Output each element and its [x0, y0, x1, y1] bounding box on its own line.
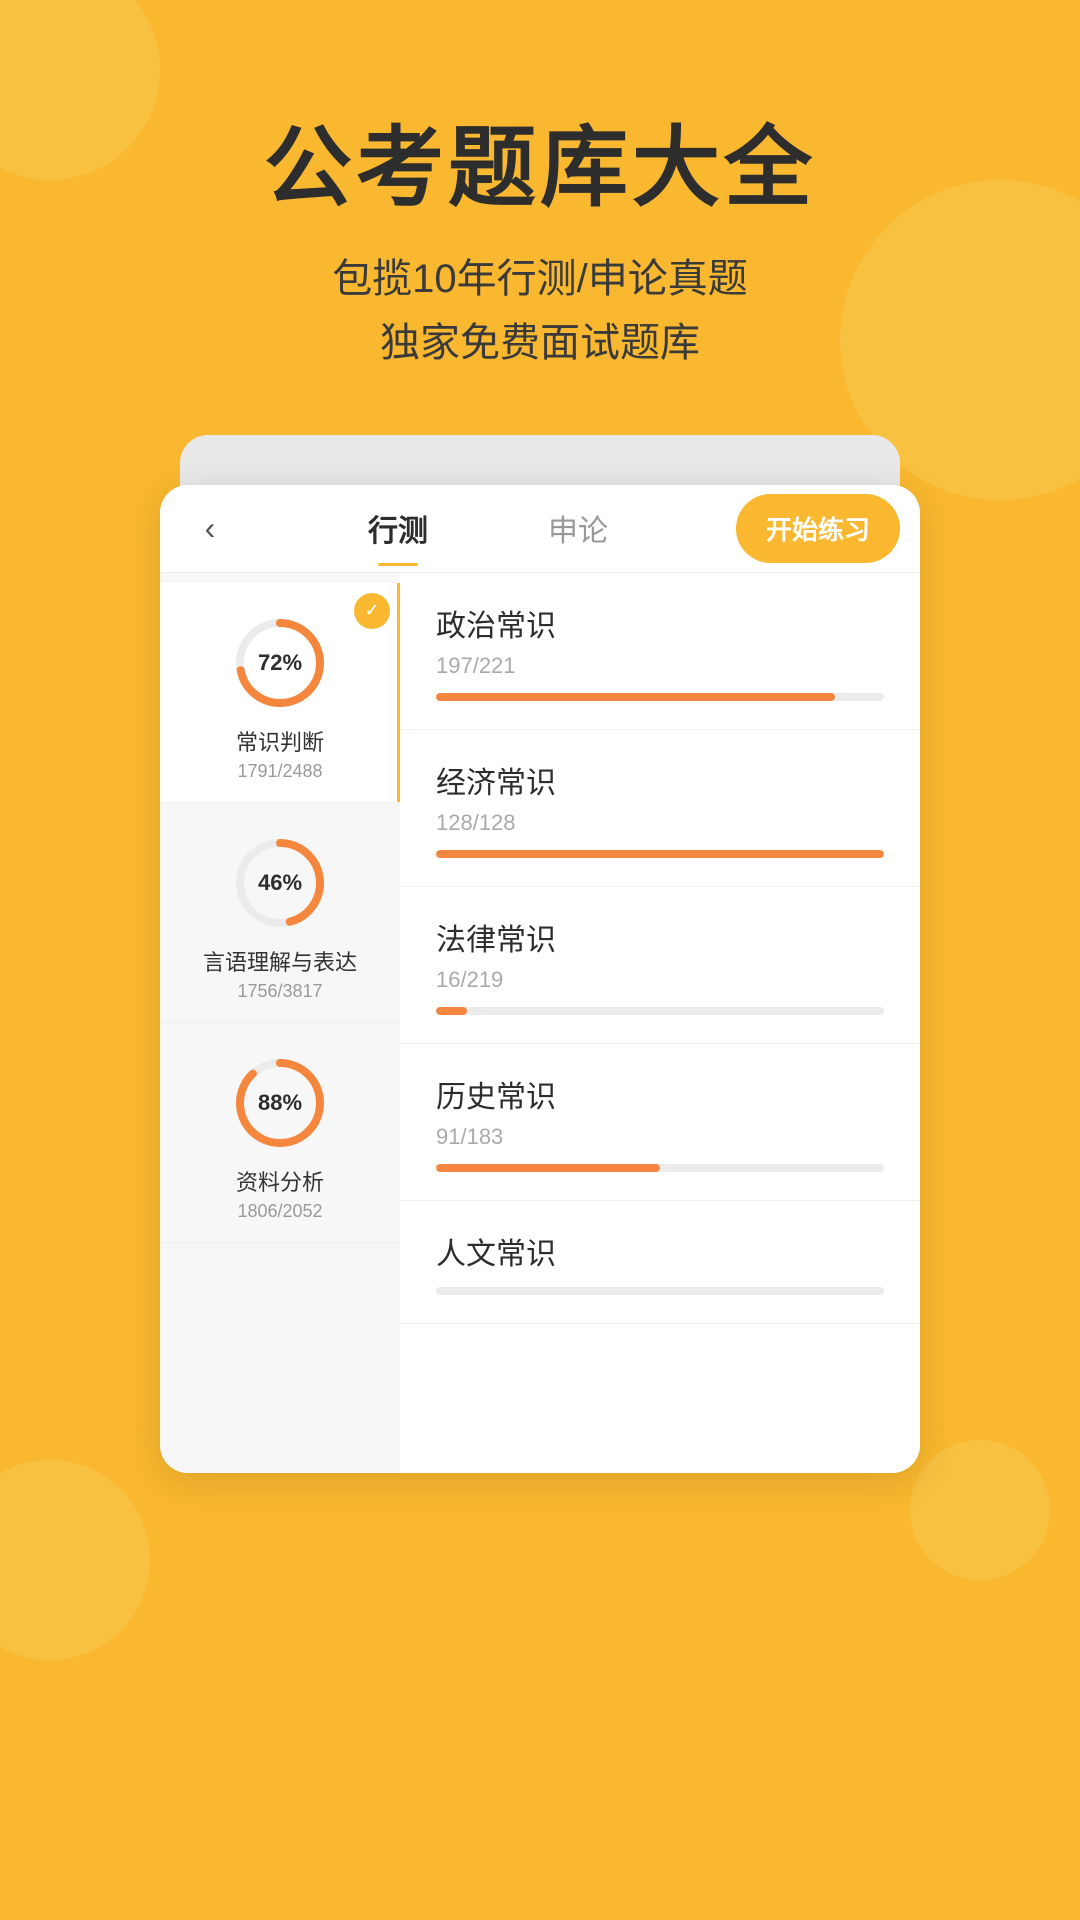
subcategory-count-2: 128/128: [436, 810, 884, 836]
subcategory-name-4: 历史常识: [436, 1072, 884, 1116]
category-count-1: 1791/2488: [237, 761, 322, 782]
subcategory-item-lishi[interactable]: 历史常识 91/183: [400, 1044, 920, 1201]
subcategory-item-jingji[interactable]: 经济常识 128/128: [400, 730, 920, 887]
subcategory-item-zhengzhi[interactable]: 政治常识 197/221: [400, 573, 920, 730]
category-name-2: 言语理解与表达: [203, 945, 357, 977]
circle-chart-72: 72%: [230, 613, 330, 713]
bg-decoration-br: [910, 1440, 1050, 1580]
subcategory-count-1: 197/221: [436, 653, 884, 679]
subtitle-line2: 独家免费面试题库: [380, 321, 700, 365]
circle-percent-72: 72%: [258, 650, 302, 676]
card-body: ✓ 72% 常识判断 1791/2488: [160, 573, 920, 1473]
progress-bar-bg-5: [436, 1287, 884, 1295]
subcategory-name-2: 经济常识: [436, 758, 884, 802]
progress-bar-fill-2: [436, 850, 884, 858]
card-nav: ‹ 行测 申论 开始练习: [160, 485, 920, 573]
category-name-1: 常识判断: [236, 725, 324, 757]
subcategory-count-3: 16/219: [436, 967, 884, 993]
subtitle-line1: 包揽10年行测/申论真题: [332, 257, 748, 301]
card-main: ‹ 行测 申论 开始练习 ✓ 72%: [160, 485, 920, 1473]
bg-decoration-bl: [0, 1460, 150, 1660]
subcategory-count-4: 91/183: [436, 1124, 884, 1150]
back-button[interactable]: ‹: [180, 498, 240, 558]
category-item-chanshi[interactable]: ✓ 72% 常识判断 1791/2488: [160, 583, 400, 803]
category-item-ziliao[interactable]: 88% 资料分析 1806/2052: [160, 1023, 400, 1243]
circle-chart-46: 46%: [230, 833, 330, 933]
subcategory-item-falv[interactable]: 法律常识 16/219: [400, 887, 920, 1044]
nav-tabs: 行测 申论: [240, 490, 736, 566]
category-count-2: 1756/3817: [237, 981, 322, 1002]
subcategory-name-5: 人文常识: [436, 1229, 884, 1273]
card-stack: ‹ 行测 申论 开始练习 ✓ 72%: [150, 435, 930, 1475]
progress-bar-fill-1: [436, 693, 835, 701]
circle-chart-88: 88%: [230, 1053, 330, 1153]
progress-bar-bg-1: [436, 693, 884, 701]
start-practice-button[interactable]: 开始练习: [736, 494, 900, 563]
subcategory-name-3: 法律常识: [436, 915, 884, 959]
progress-bar-bg-2: [436, 850, 884, 858]
circle-percent-46: 46%: [258, 870, 302, 896]
progress-bar-bg-3: [436, 1007, 884, 1015]
progress-bar-fill-4: [436, 1164, 660, 1172]
progress-bar-fill-3: [436, 1007, 467, 1015]
right-panel: 政治常识 197/221 经济常识 128/128 法律常识: [400, 573, 920, 1473]
subcategory-item-renwen[interactable]: 人文常识: [400, 1201, 920, 1324]
left-panel: ✓ 72% 常识判断 1791/2488: [160, 573, 400, 1473]
check-badge: ✓: [354, 593, 390, 629]
circle-percent-88: 88%: [258, 1090, 302, 1116]
category-item-yanyu[interactable]: 46% 言语理解与表达 1756/3817: [160, 803, 400, 1023]
tab-shenlun[interactable]: 申论: [488, 490, 668, 566]
category-count-3: 1806/2052: [237, 1201, 322, 1222]
tab-xingce[interactable]: 行测: [308, 490, 488, 566]
progress-bar-bg-4: [436, 1164, 884, 1172]
subcategory-name-1: 政治常识: [436, 601, 884, 645]
category-name-3: 资料分析: [236, 1165, 324, 1197]
